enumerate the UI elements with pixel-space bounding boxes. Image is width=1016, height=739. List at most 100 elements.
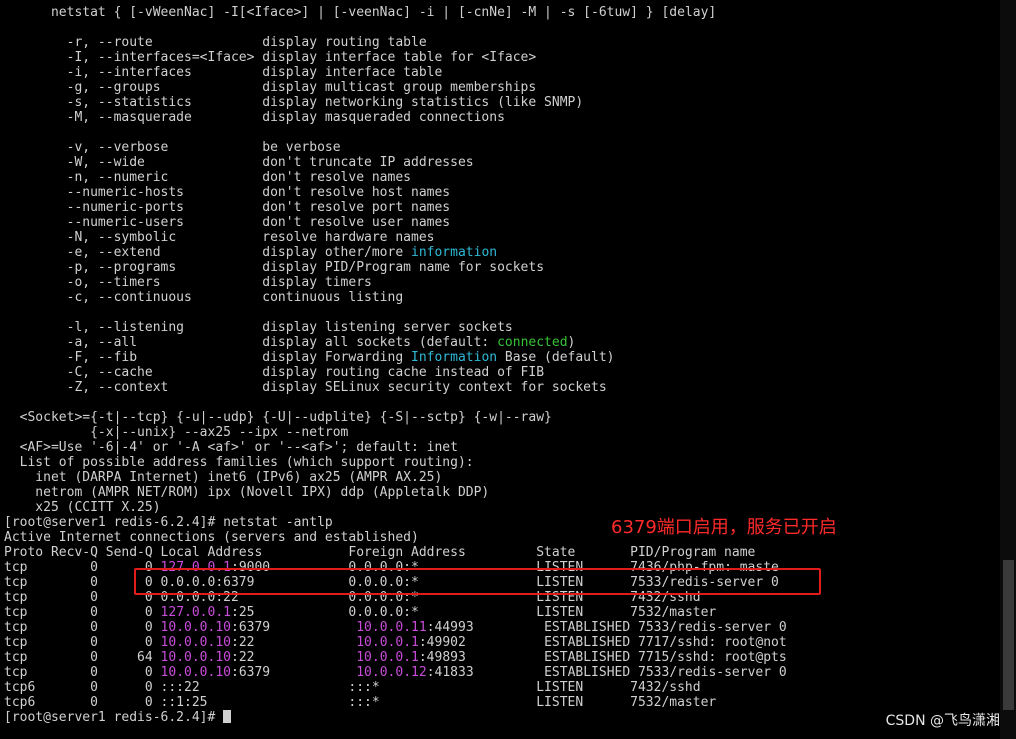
scrollbar-thumb[interactable] <box>1003 560 1014 710</box>
scrollbar-track[interactable] <box>1000 0 1016 739</box>
terminal-text: -C, --cache display routing cache instea… <box>4 365 545 380</box>
terminal-text: tcp 0 0 <box>4 605 161 620</box>
cursor-block <box>223 710 232 723</box>
terminal-line: <Socket>={-t|--tcp} {-u|--udp} {-U|--udp… <box>4 410 996 425</box>
terminal-text: :6379 <box>231 665 357 680</box>
terminal-text: tcp6 0 0 :::22 :::* LISTEN 7432/sshd <box>4 680 701 695</box>
terminal-line: -o, --timers display timers <box>4 275 996 290</box>
terminal-text: 10.0.0.11 <box>356 620 427 635</box>
terminal-line: [root@server1 redis-6.2.4]# <box>4 710 996 725</box>
terminal-text: :49893 ESTABLISHED 7715/sshd: root@pts <box>418 650 787 665</box>
terminal-line: List of possible address families (which… <box>4 455 996 470</box>
terminal-window[interactable]: netstat { [-vWeenNac] -I[<Iface>] | [-ve… <box>0 0 1016 739</box>
terminal-line: <AF>=Use '-6|-4' or '-A <af>' or '--<af>… <box>4 440 996 455</box>
terminal-text: 10.0.0.1 <box>356 650 419 665</box>
terminal-text: [root@server1 redis-6.2.4]# netstat -ant… <box>4 515 333 530</box>
terminal-text: :22 <box>231 650 357 665</box>
terminal-line: -l, --listening display listening server… <box>4 320 996 335</box>
terminal-text: --numeric-hosts don't resolve host names <box>4 185 451 200</box>
terminal-line: -I, --interfaces=<Iface> display interfa… <box>4 50 996 65</box>
terminal-line: tcp 0 0 10.0.0.10:6379 10.0.0.11:44993 E… <box>4 620 996 635</box>
terminal-line: -C, --cache display routing cache instea… <box>4 365 996 380</box>
terminal-text: netstat { [-vWeenNac] -I[<Iface>] | [-ve… <box>4 5 717 20</box>
terminal-text: tcp 0 0 <box>4 620 161 635</box>
terminal-text: 10.0.0.10 <box>160 665 231 680</box>
terminal-text: -p, --programs display PID/Program name … <box>4 260 545 275</box>
terminal-text: :6379 <box>231 620 357 635</box>
terminal-text: -g, --groups display multicast group mem… <box>4 80 537 95</box>
terminal-line: -M, --masquerade display masqueraded con… <box>4 110 996 125</box>
terminal-text: tcp 0 0 <box>4 665 161 680</box>
terminal-line: --numeric-hosts don't resolve host names <box>4 185 996 200</box>
terminal-text: 127.0.0.1 <box>160 605 231 620</box>
highlight-box-redis-port <box>134 568 821 595</box>
terminal-line: [root@server1 redis-6.2.4]# netstat -ant… <box>4 515 996 530</box>
terminal-text: :44993 ESTABLISHED 7533/redis-server 0 <box>426 620 787 635</box>
terminal-line: Active Internet connections (servers and… <box>4 530 996 545</box>
terminal-text: 10.0.0.10 <box>160 650 231 665</box>
terminal-line: -W, --wide don't truncate IP addresses <box>4 155 996 170</box>
terminal-line: -e, --extend display other/more informat… <box>4 245 996 260</box>
terminal-text: -i, --interfaces display interface table <box>4 65 443 80</box>
terminal-text: {-x|--unix} --ax25 --ipx --netrom <box>4 425 349 440</box>
terminal-text: --numeric-ports don't resolve port names <box>4 200 451 215</box>
terminal-text: Base (default) <box>497 350 615 365</box>
terminal-text: tcp6 0 0 ::1:25 :::* LISTEN 7532/master <box>4 695 717 710</box>
terminal-line: tcp 0 64 10.0.0.10:22 10.0.0.1:49893 EST… <box>4 650 996 665</box>
watermark-label: CSDN @飞鸟潇湘 <box>885 713 1000 729</box>
terminal-line: -r, --route display routing table <box>4 35 996 50</box>
terminal-line: --numeric-ports don't resolve port names <box>4 200 996 215</box>
terminal-text: :49902 ESTABLISHED 7717/sshd: root@not <box>418 635 787 650</box>
terminal-line: tcp6 0 0 :::22 :::* LISTEN 7432/sshd <box>4 680 996 695</box>
terminal-text: -M, --masquerade display masqueraded con… <box>4 110 505 125</box>
terminal-line: --numeric-users don't resolve user names <box>4 215 996 230</box>
terminal-line: x25 (CCITT X.25) <box>4 500 996 515</box>
terminal-text: 10.0.0.10 <box>160 635 231 650</box>
terminal-text: --numeric-users don't resolve user names <box>4 215 451 230</box>
terminal-text: 10.0.0.12 <box>356 665 427 680</box>
terminal-text: -N, --symbolic resolve hardware names <box>4 230 435 245</box>
terminal-line: {-x|--unix} --ax25 --ipx --netrom <box>4 425 996 440</box>
terminal-line: tcp6 0 0 ::1:25 :::* LISTEN 7532/master <box>4 695 996 710</box>
terminal-line: -Z, --context display SELinux security c… <box>4 380 996 395</box>
terminal-text: -c, --continuous continuous listing <box>4 290 404 305</box>
terminal-line: netstat { [-vWeenNac] -I[<Iface>] | [-ve… <box>4 5 996 20</box>
terminal-text: -n, --numeric don't resolve names <box>4 170 411 185</box>
terminal-text: <Socket>={-t|--tcp} {-u|--udp} {-U|--udp… <box>4 410 552 425</box>
terminal-text: -F, --fib display Forwarding <box>4 350 411 365</box>
terminal-text: -r, --route display routing table <box>4 35 427 50</box>
terminal-text: Information <box>411 350 498 365</box>
terminal-text: 10.0.0.10 <box>160 620 231 635</box>
terminal-line: -i, --interfaces display interface table <box>4 65 996 80</box>
annotation-label: 6379端口启用，服务已开启 <box>611 517 837 538</box>
terminal-text: -Z, --context display SELinux security c… <box>4 380 607 395</box>
terminal-text: netrom (AMPR NET/ROM) ipx (Novell IPX) d… <box>4 485 490 500</box>
terminal-text: tcp 0 0 <box>4 635 161 650</box>
terminal-line: tcp 0 0 127.0.0.1:25 0.0.0.0:* LISTEN 75… <box>4 605 996 620</box>
terminal-text: -a, --all display all sockets (default: <box>4 335 498 350</box>
terminal-text: [root@server1 redis-6.2.4]# <box>4 710 224 725</box>
terminal-line: tcp 0 0 10.0.0.10:6379 10.0.0.12:41833 E… <box>4 665 996 680</box>
terminal-line: netrom (AMPR NET/ROM) ipx (Novell IPX) d… <box>4 485 996 500</box>
terminal-text: connected <box>497 335 568 350</box>
terminal-text: information <box>411 245 498 260</box>
terminal-text: x25 (CCITT X.25) <box>4 500 161 515</box>
terminal-line: tcp 0 0 10.0.0.10:22 10.0.0.1:49902 ESTA… <box>4 635 996 650</box>
terminal-line: -F, --fib display Forwarding Information… <box>4 350 996 365</box>
terminal-text: -e, --extend display other/more <box>4 245 411 260</box>
terminal-text: ) <box>567 335 576 350</box>
terminal-text: -I, --interfaces=<Iface> display interfa… <box>4 50 537 65</box>
terminal-line: -n, --numeric don't resolve names <box>4 170 996 185</box>
terminal-text: :25 0.0.0.0:* LISTEN 7532/master <box>231 605 717 620</box>
terminal-text: 10.0.0.1 <box>356 635 419 650</box>
terminal-text: :22 <box>231 635 357 650</box>
terminal-text: -l, --listening display listening server… <box>4 320 513 335</box>
terminal-line: Proto Recv-Q Send-Q Local Address Foreig… <box>4 545 996 560</box>
terminal-text: List of possible address families (which… <box>4 455 474 470</box>
terminal-text: Proto Recv-Q Send-Q Local Address Foreig… <box>4 545 756 560</box>
terminal-line: -c, --continuous continuous listing <box>4 290 996 305</box>
terminal-text: inet (DARPA Internet) inet6 (IPv6) ax25 … <box>4 470 443 485</box>
